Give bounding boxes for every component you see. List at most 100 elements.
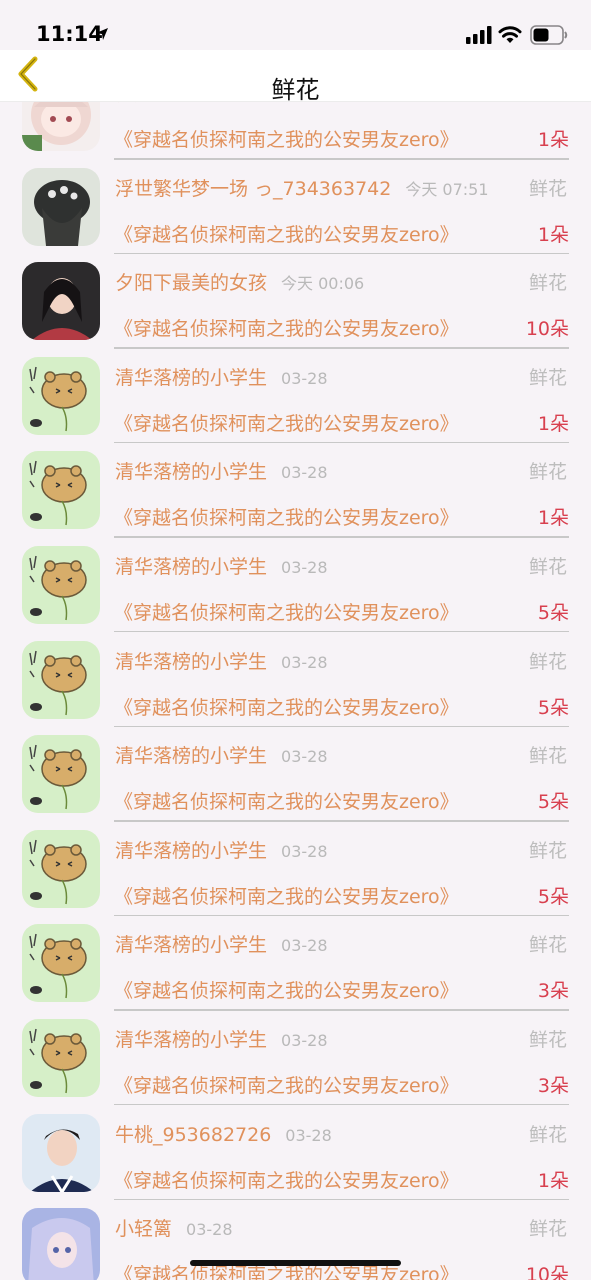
gift-type: 鲜花 (528, 272, 567, 295)
avatar[interactable] (22, 1018, 100, 1097)
user-name-text[interactable]: 牛桃_953682726 (115, 1124, 271, 1146)
avatar[interactable] (22, 924, 100, 1003)
gift-record-list[interactable]: 夕月八锋03-28鲜花《穿越名侦探柯南之我的公安男友zero》1朵浮世繁华梦一场… (0, 102, 591, 1280)
book-title-link[interactable]: 《穿越名侦探柯南之我的公安男友zero》 (114, 693, 459, 720)
location-arrow-icon (95, 26, 109, 45)
gift-type: 鲜花 (528, 1123, 567, 1146)
avatar[interactable] (22, 735, 100, 814)
book-title-link[interactable]: 《穿越名侦探柯南之我的公安男友zero》 (114, 976, 459, 1003)
gift-amount: 1朵 (537, 412, 569, 435)
book-title-link[interactable]: 《穿越名侦探柯南之我的公安男友zero》 (114, 882, 459, 909)
list-item[interactable]: 清华落榜的小学生 03-28 鲜花 《穿越名侦探柯南之我的公安男友zero》 5朵 (0, 729, 591, 824)
divider (114, 158, 569, 160)
user-name[interactable]: 清华落榜的小学生 03-28 (115, 647, 328, 674)
home-indicator[interactable] (190, 1260, 401, 1266)
avatar[interactable] (22, 1208, 100, 1280)
timestamp: 03-28 (281, 747, 328, 767)
divider (114, 1198, 569, 1201)
book-title-link[interactable]: 《穿越名侦探柯南之我的公安男友zero》 (114, 1166, 459, 1193)
cellular-signal-icon (466, 26, 492, 48)
user-name-text[interactable]: 清华落榜的小学生 (115, 367, 267, 389)
avatar[interactable] (22, 1113, 100, 1192)
user-name-text[interactable]: 清华落榜的小学生 (115, 1029, 267, 1051)
book-title-link[interactable]: 《穿越名侦探柯南之我的公安男友zero》 (114, 1071, 459, 1098)
user-name-text[interactable]: 清华落榜的小学生 (115, 745, 267, 767)
user-name-text[interactable]: 夕阳下最美的女孩 (115, 272, 267, 294)
avatar[interactable] (22, 356, 100, 435)
timestamp: 03-28 (281, 652, 328, 672)
gift-type: 鲜花 (528, 650, 567, 673)
timestamp: 03-28 (281, 463, 328, 483)
book-title-link[interactable]: 《穿越名侦探柯南之我的公安男友zero》 (114, 409, 459, 436)
list-item[interactable]: 清华落榜的小学生 03-28 鲜花《穿越名侦探柯南之我的公安男友zero》 1朵 (0, 351, 591, 446)
list-item[interactable]: 小轻篱 03-28 鲜花 《穿越名侦探柯南之我的公安男友zero》 10朵 (0, 1202, 591, 1280)
list-item[interactable]: 清华落榜的小学生 03-28 鲜花 《穿越名侦探柯南之我的公安男友zero》 3朵 (0, 1013, 591, 1108)
list-item[interactable]: 清华落榜的小学生 03-28 鲜花 《穿越名侦探柯南之我的公安男友zero》 1朵 (0, 445, 591, 540)
list-item[interactable]: 牛桃_953682726 03-28 鲜花 《穿越名侦探柯南之我的公安男友zero》 1… (0, 1108, 591, 1203)
list-item[interactable]: 清华落榜的小学生 03-28 鲜花 《穿越名侦探柯南之我的公安男友zero》 3朵 (0, 918, 591, 1013)
divider (114, 536, 569, 538)
gift-type: 鲜花 (528, 555, 567, 578)
gift-amount: 10朵 (525, 1264, 569, 1280)
user-name-text[interactable]: 浮世繁华梦一场 っ_734363742 (115, 178, 391, 200)
user-name-text[interactable]: 清华落榜的小学生 (115, 840, 267, 862)
user-name-text[interactable]: 小轻篱 (115, 1218, 172, 1240)
list-item[interactable]: 清华落榜的小学生 03-28 鲜花 《穿越名侦探柯南之我的公安男友zero》 5朵 (0, 540, 591, 635)
user-name[interactable]: 牛桃_953682726 03-28 (115, 1120, 332, 1147)
book-title-link[interactable]: 《穿越名侦探柯南之我的公安男友zero》 (114, 598, 459, 625)
divider (114, 914, 569, 917)
divider (114, 1103, 569, 1106)
list-item[interactable]: 清华落榜的小学生 03-28 鲜花 《穿越名侦探柯南之我的公安男友zero》 5朵 (0, 635, 591, 730)
battery-icon (530, 25, 568, 49)
timestamp: 今天 07:51 (405, 179, 489, 199)
avatar[interactable] (22, 545, 100, 624)
book-title-link[interactable]: 《穿越名侦探柯南之我的公安男友zero》 (114, 503, 459, 530)
gift-amount: 5朵 (537, 885, 569, 908)
gift-type: 鲜花 (528, 366, 567, 389)
gift-amount: 3朵 (537, 980, 569, 1003)
avatar[interactable] (22, 262, 100, 341)
list-item[interactable]: 夕月八锋03-28鲜花《穿越名侦探柯南之我的公安男友zero》1朵 (0, 102, 591, 162)
list-item[interactable]: 夕阳下最美的女孩 今天 00:06 鲜花《穿越名侦探柯南之我的公安男友zero》 10… (0, 256, 591, 351)
avatar[interactable] (22, 640, 100, 719)
user-name[interactable]: 清华落榜的小学生 03-28 (115, 1025, 328, 1052)
timestamp: 03-28 (281, 557, 328, 577)
user-name-text[interactable]: 清华落榜的小学生 (115, 934, 267, 956)
timestamp: 03-28 (186, 1220, 233, 1240)
wifi-icon (498, 24, 522, 48)
timestamp: 03-28 (281, 1030, 328, 1050)
divider (114, 820, 569, 822)
user-name[interactable]: 清华落榜的小学生 03-28 (115, 836, 328, 863)
gift-amount: 10朵 (525, 318, 569, 341)
user-name-text[interactable]: 清华落榜的小学生 (115, 556, 267, 578)
timestamp: 03-28 (281, 841, 328, 861)
user-name-text[interactable]: 清华落榜的小学生 (115, 651, 267, 673)
avatar[interactable] (22, 102, 100, 151)
avatar[interactable] (22, 829, 100, 908)
user-name[interactable]: 浮世繁华梦一场 っ_734363742 今天 07:51 (115, 174, 489, 201)
list-item[interactable]: 浮世繁华梦一场 っ_734363742 今天 07:51 鲜花《穿越名侦探柯南之我的… (0, 162, 591, 257)
book-title-link[interactable]: 《穿越名侦探柯南之我的公安男友zero》 (114, 125, 459, 152)
timestamp: 今天 00:06 (281, 274, 365, 294)
book-title-link[interactable]: 《穿越名侦探柯南之我的公安男友zero》 (114, 314, 459, 341)
user-name[interactable]: 清华落榜的小学生 03-28 (115, 741, 328, 768)
list-item[interactable]: 清华落榜的小学生 03-28 鲜花 《穿越名侦探柯南之我的公安男友zero》 5朵 (0, 824, 591, 919)
user-name[interactable]: 夕阳下最美的女孩 今天 00:06 (115, 268, 364, 295)
gift-type: 鲜花 (528, 177, 567, 200)
user-name-text[interactable]: 清华落榜的小学生 (115, 461, 267, 483)
avatar[interactable] (22, 451, 100, 530)
status-bar: 11:14 (0, 0, 591, 50)
status-time: 11:14 (36, 22, 103, 46)
gift-type: 鲜花 (528, 1218, 567, 1241)
user-name[interactable]: 清华落榜的小学生 03-28 (115, 457, 328, 484)
user-name[interactable]: 小轻篱 03-28 (115, 1214, 233, 1241)
book-title-link[interactable]: 《穿越名侦探柯南之我的公安男友zero》 (114, 787, 459, 814)
gift-amount: 1朵 (537, 129, 569, 151)
user-name[interactable]: 清华落榜的小学生 03-28 (115, 552, 328, 579)
user-name[interactable]: 清华落榜的小学生 03-28 (115, 930, 328, 957)
divider (114, 347, 569, 349)
avatar[interactable] (22, 167, 100, 246)
user-name[interactable]: 清华落榜的小学生 03-28 (115, 363, 328, 390)
book-title-link[interactable]: 《穿越名侦探柯南之我的公安男友zero》 (114, 220, 459, 247)
divider (114, 1009, 569, 1011)
